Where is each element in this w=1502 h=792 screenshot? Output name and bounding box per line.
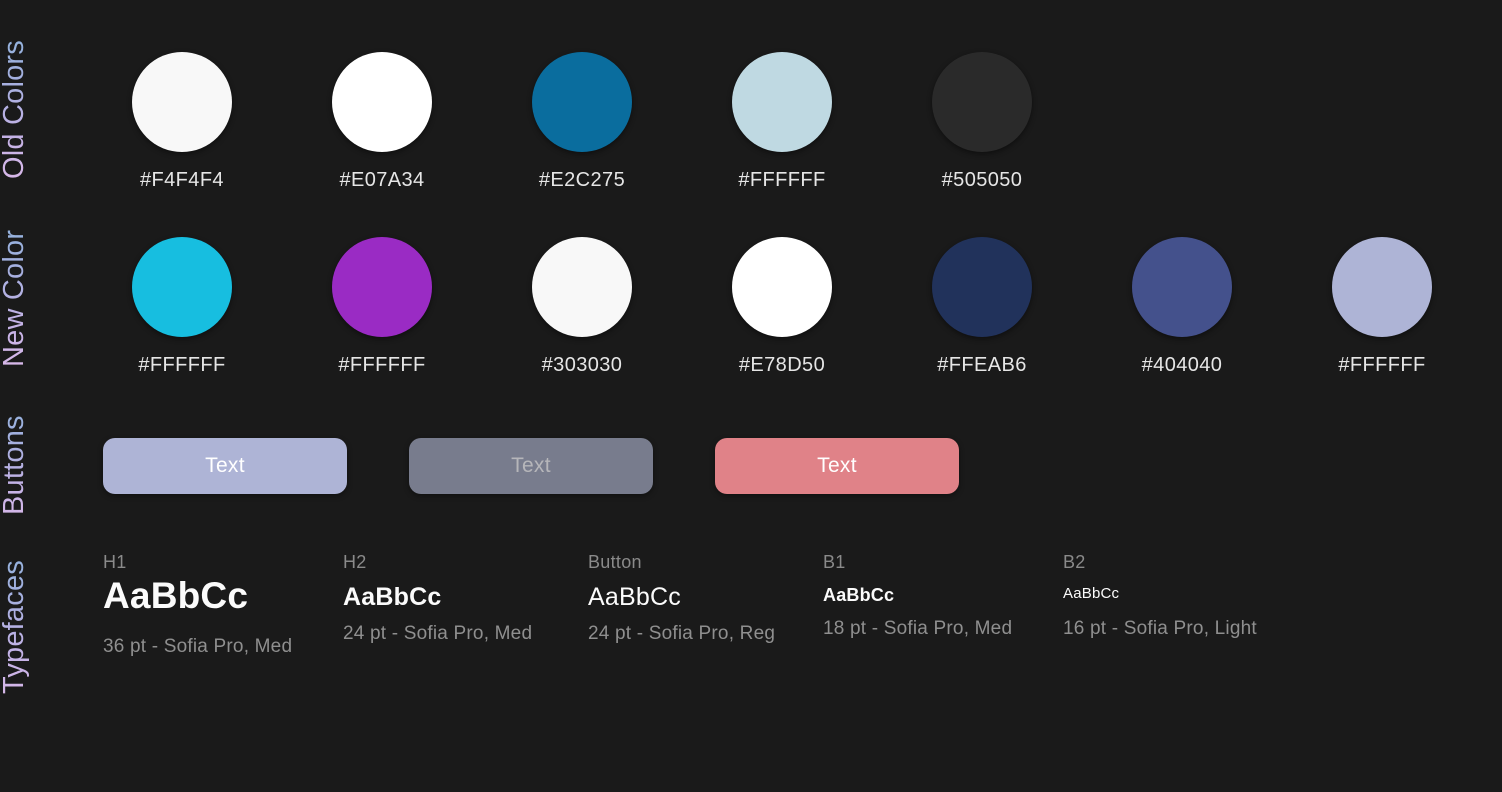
color-swatch-circle[interactable] bbox=[932, 237, 1032, 337]
color-swatch-circle[interactable] bbox=[132, 52, 232, 152]
new-color-swatch[interactable]: #FFEAB6 bbox=[932, 237, 1032, 377]
new-color-swatch[interactable]: #404040 bbox=[1132, 237, 1232, 377]
typeface-spec: 24 pt - Sofia Pro, Med bbox=[343, 623, 533, 644]
color-hex-label: #FFFFFF bbox=[1338, 354, 1426, 376]
button-default[interactable]: Text bbox=[103, 438, 347, 494]
color-swatch-circle[interactable] bbox=[732, 52, 832, 152]
color-swatch-circle[interactable] bbox=[932, 52, 1032, 152]
color-swatch-circle[interactable] bbox=[332, 52, 432, 152]
typeface-sample-h2: H2 AaBbCc 24 pt - Sofia Pro, Med bbox=[343, 552, 532, 644]
color-swatch-circle[interactable] bbox=[1332, 237, 1432, 337]
typeface-sample-button: Button AaBbCc 24 pt - Sofia Pro, Reg bbox=[588, 552, 775, 644]
typeface-name: H2 bbox=[343, 552, 367, 572]
typeface-sample-b2: B2 AaBbCc 16 pt - Sofia Pro, Light bbox=[1063, 552, 1257, 639]
new-color-swatch[interactable]: #FFFFFF bbox=[332, 237, 432, 377]
new-color-swatch[interactable]: #FFFFFF bbox=[132, 237, 232, 377]
typeface-specimen: AaBbCc bbox=[103, 575, 249, 616]
old-color-swatch[interactable]: #F4F4F4 bbox=[132, 52, 232, 192]
color-hex-label: #FFFFFF bbox=[138, 354, 226, 376]
color-swatch-circle[interactable] bbox=[732, 237, 832, 337]
old-color-swatch[interactable]: #E07A34 bbox=[332, 52, 432, 192]
color-hex-label: #FFEAB6 bbox=[937, 354, 1027, 376]
typeface-sample-b1: B1 AaBbCc 18 pt - Sofia Pro, Med bbox=[823, 552, 1012, 639]
color-hex-label: #FFFFFF bbox=[738, 169, 826, 191]
old-color-swatch[interactable]: #E2C275 bbox=[532, 52, 632, 192]
old-color-swatch[interactable]: #505050 bbox=[932, 52, 1032, 192]
new-color-swatch[interactable]: #FFFFFF bbox=[1332, 237, 1432, 377]
typefaces-row: H1 AaBbCc 36 pt - Sofia Pro, Med H2 AaBbCc 24… bbox=[0, 552, 1502, 662]
color-hex-label: #404040 bbox=[1141, 354, 1223, 376]
color-hex-label: #303030 bbox=[541, 354, 623, 376]
style-guide-page: Old Colors #F4F4F4 #E07A34 #E2C275 #FFFFFF #… bbox=[0, 0, 1502, 792]
color-swatch-circle[interactable] bbox=[332, 237, 432, 337]
typeface-name: B2 bbox=[1063, 552, 1086, 572]
color-hex-label: #E2C275 bbox=[538, 169, 626, 191]
typeface-spec: 36 pt - Sofia Pro, Med bbox=[103, 636, 293, 657]
typeface-spec: 18 pt - Sofia Pro, Med bbox=[823, 618, 1013, 639]
new-color-swatch[interactable]: #303030 bbox=[532, 237, 632, 377]
typeface-spec: 16 pt - Sofia Pro, Light bbox=[1063, 618, 1257, 639]
buttons-row: Text Text Text bbox=[0, 438, 1502, 494]
color-hex-label: #505050 bbox=[941, 169, 1023, 191]
color-hex-label: #E78D50 bbox=[738, 354, 826, 376]
new-color-swatch[interactable]: #E78D50 bbox=[732, 237, 832, 377]
button-danger[interactable]: Text bbox=[715, 438, 959, 494]
typeface-specimen: AaBbCc bbox=[823, 585, 895, 605]
color-hex-label: #E07A34 bbox=[339, 169, 425, 191]
old-colors-swatch-row: #F4F4F4 #E07A34 #E2C275 #FFFFFF #505050 bbox=[0, 52, 1502, 192]
color-hex-label: #FFFFFF bbox=[338, 354, 426, 376]
color-hex-label: #F4F4F4 bbox=[140, 169, 224, 191]
button-disabled: Text bbox=[409, 438, 653, 494]
typeface-specimen: AaBbCc bbox=[343, 583, 442, 611]
typeface-name: H1 bbox=[103, 552, 127, 572]
new-colors-swatch-row: #FFFFFF #FFFFFF #303030 #E78D50 #FFEAB6 #4040… bbox=[0, 237, 1502, 377]
typeface-name: Button bbox=[588, 552, 642, 572]
color-swatch-circle[interactable] bbox=[1132, 237, 1232, 337]
old-color-swatch[interactable]: #FFFFFF bbox=[732, 52, 832, 192]
color-swatch-circle[interactable] bbox=[132, 237, 232, 337]
typeface-specimen: AaBbCc bbox=[588, 583, 681, 611]
typeface-name: B1 bbox=[823, 552, 846, 572]
typeface-spec: 24 pt - Sofia Pro, Reg bbox=[588, 623, 776, 644]
color-swatch-circle[interactable] bbox=[532, 52, 632, 152]
color-swatch-circle[interactable] bbox=[532, 237, 632, 337]
typeface-sample-h1: H1 AaBbCc 36 pt - Sofia Pro, Med bbox=[103, 552, 292, 657]
typeface-specimen: AaBbCc bbox=[1063, 585, 1120, 602]
